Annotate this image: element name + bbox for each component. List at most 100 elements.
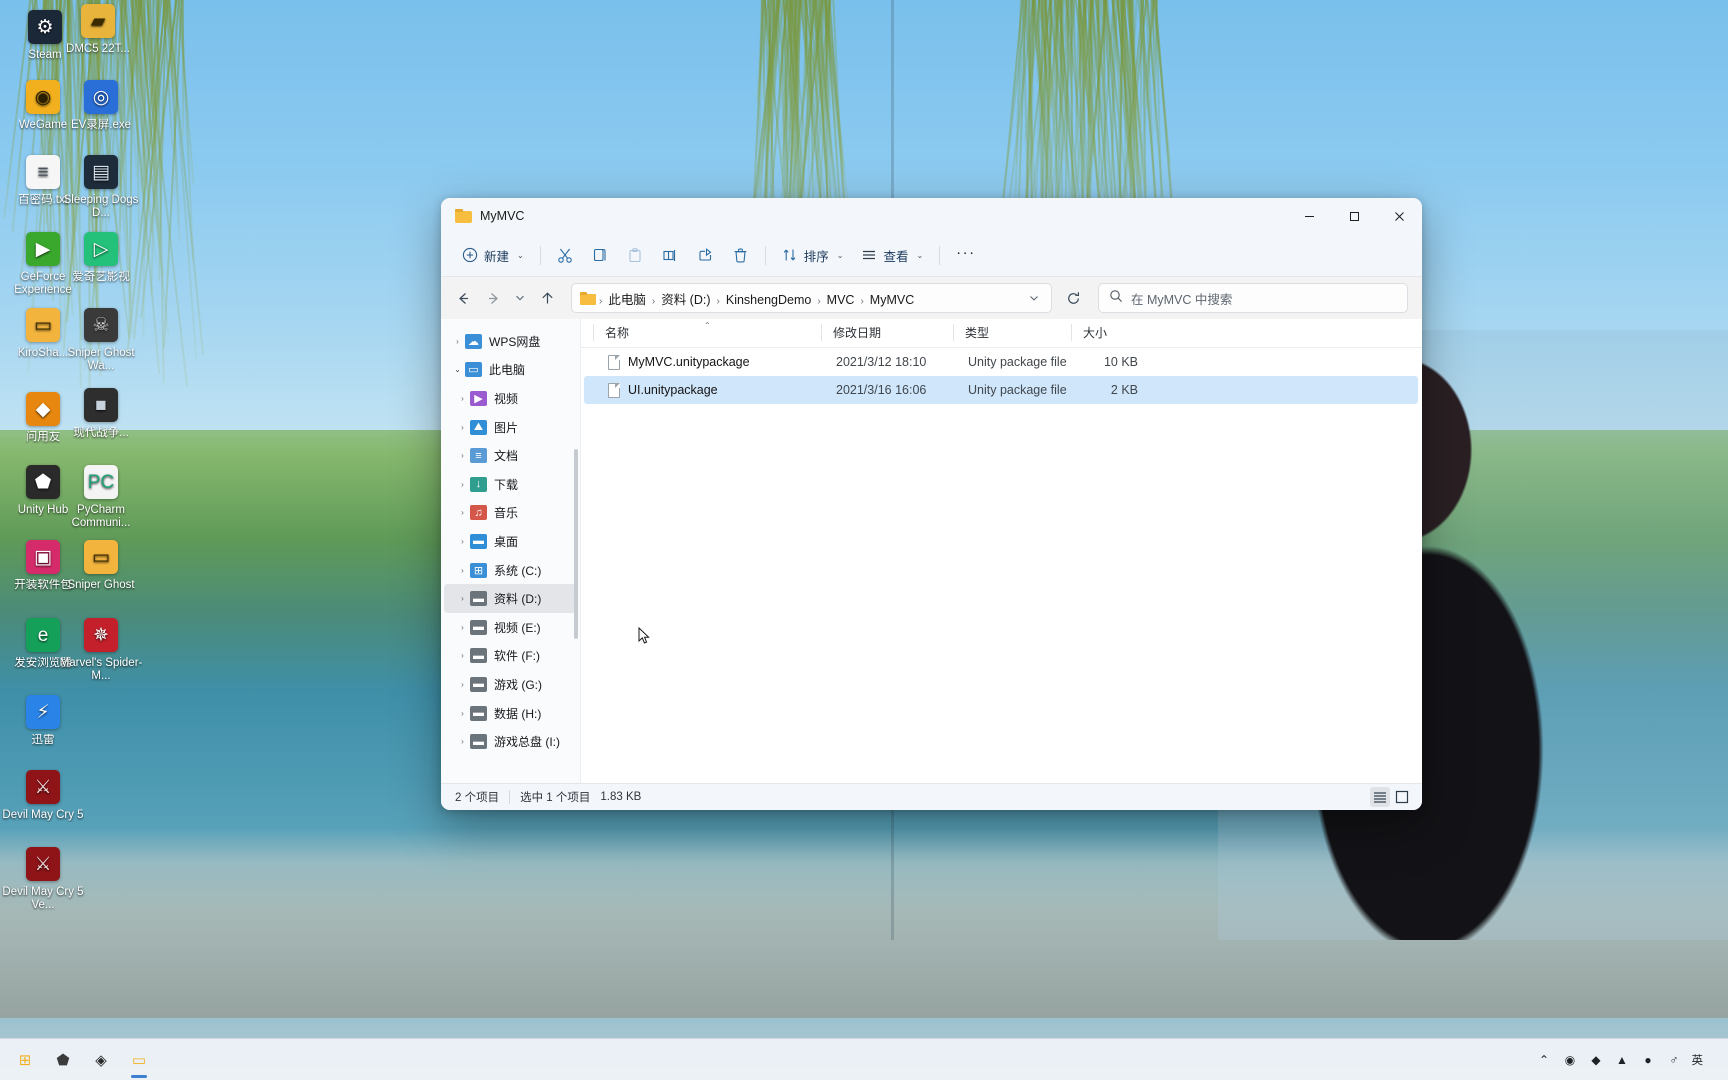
refresh-button[interactable]: [1058, 283, 1088, 313]
sound-tray-icon[interactable]: ●: [1640, 1050, 1657, 1070]
file-rows: MyMVC.unitypackage 2021/3/12 18:10 Unity p…: [581, 348, 1422, 783]
sidebar-item-1[interactable]: ⌄ ▭ 此电脑: [444, 356, 577, 385]
column-header-size[interactable]: 大小: [1071, 318, 1143, 347]
chevron-right-icon[interactable]: ›: [455, 423, 470, 432]
sidebar-item-5[interactable]: › ↓ 下载: [444, 470, 577, 499]
sidebar-item-11[interactable]: › ▬ 软件 (F:): [444, 642, 577, 671]
desktop-icon-glyph: ◉: [26, 80, 60, 114]
shield-tray-icon[interactable]: ◆: [1588, 1050, 1605, 1070]
desktop-icon[interactable]: ⚔ Devil May Cry 5 Ve...: [0, 847, 86, 912]
file-explorer-taskbar-icon[interactable]: ▭: [124, 1045, 154, 1075]
desktop-icon[interactable]: ⚡ 迅雷: [0, 695, 86, 747]
desktop-icon[interactable]: ▭ Sniper Ghost: [58, 540, 144, 592]
chevron-right-icon[interactable]: ›: [455, 394, 470, 403]
sidebar-item-8[interactable]: › ⊞ 系统 (C:): [444, 556, 577, 585]
chevron-right-icon[interactable]: ›: [455, 480, 470, 489]
chevron-right-icon[interactable]: ›: [455, 623, 470, 632]
column-header-type[interactable]: 类型: [953, 318, 1071, 347]
chevron-right-icon[interactable]: ›: [455, 508, 470, 517]
share-button[interactable]: [688, 240, 723, 270]
details-view-icon[interactable]: [1370, 787, 1390, 807]
cut-button[interactable]: [548, 240, 583, 270]
new-button[interactable]: 新建 ⌄: [453, 240, 533, 270]
chevron-right-icon[interactable]: ›: [455, 594, 470, 603]
desktop-icon-glyph: ⚔: [26, 847, 60, 881]
sidebar-item-10[interactable]: › ▬ 视频 (E:): [444, 613, 577, 642]
chevron-right-icon[interactable]: ›: [455, 651, 470, 660]
view-button[interactable]: 查看 ⌄: [852, 240, 932, 270]
file-type-cell: Unity package file: [956, 383, 1074, 397]
delete-button[interactable]: [723, 240, 758, 270]
wps-tray-icon[interactable]: ◉: [1562, 1050, 1579, 1070]
desktop-icon[interactable]: ▰ DMC5 22T...: [55, 4, 141, 56]
status-bar: 2 个项目 选中 1 个项目 1.83 KB: [441, 783, 1422, 810]
chevron-right-icon[interactable]: ›: [455, 680, 470, 689]
mic-tray-icon[interactable]: ♂: [1666, 1050, 1683, 1070]
sidebar-item-9[interactable]: › ▬ 资料 (D:): [444, 584, 577, 613]
network-tray-icon[interactable]: ▲: [1614, 1050, 1631, 1070]
rename-button[interactable]: [653, 240, 688, 270]
desktop-icon[interactable]: ◎ EV录屏.exe: [58, 80, 144, 132]
back-button[interactable]: [449, 284, 477, 312]
paste-button[interactable]: [618, 240, 653, 270]
sidebar-item-0[interactable]: › ☁ WPS网盘: [444, 327, 577, 356]
thumbnail-view-icon[interactable]: [1392, 787, 1412, 807]
desktop-icon[interactable]: ▷ 爱奇艺影视: [58, 232, 144, 284]
desktop-icon[interactable]: PC PyCharm Communi...: [58, 465, 144, 530]
recent-locations-button[interactable]: [509, 284, 531, 312]
plus-circle-icon: [462, 247, 478, 263]
breadcrumb-segment[interactable]: MVC: [822, 291, 860, 309]
desktop-icon[interactable]: ■ 现代战争...: [58, 388, 144, 440]
start-button[interactable]: ⊞: [10, 1045, 40, 1075]
maximize-button[interactable]: [1332, 198, 1377, 234]
breadcrumb-segment[interactable]: 此电脑: [603, 291, 651, 309]
forward-button[interactable]: [479, 284, 507, 312]
close-button[interactable]: [1377, 198, 1422, 234]
sidebar-item-7[interactable]: › ▬ 桌面: [444, 527, 577, 556]
desktop-icon-glyph: ▣: [26, 540, 60, 574]
desktop-icon[interactable]: ☠ Sniper Ghost Wa...: [58, 308, 144, 373]
chevron-right-icon[interactable]: ›: [455, 537, 470, 546]
unity-hub-taskbar-icon[interactable]: ⬟: [48, 1045, 78, 1075]
desktop-icon[interactable]: ✵ Marvel's Spider-M...: [58, 618, 144, 683]
breadcrumb[interactable]: › 此电脑 › 资料 (D:) › KinshengDemo › MVC › MyMVC: [571, 283, 1052, 313]
sidebar-item-2[interactable]: › ▶ 视频: [444, 384, 577, 413]
breadcrumb-segment[interactable]: 资料 (D:): [656, 291, 715, 309]
chevron-down-icon: ⌄: [837, 251, 844, 260]
sidebar-item-6[interactable]: › ♫ 音乐: [444, 499, 577, 528]
sidebar-item-3[interactable]: › ⛰ 图片: [444, 413, 577, 442]
copy-button[interactable]: [583, 240, 618, 270]
sort-button[interactable]: 排序 ⌄: [773, 240, 853, 270]
breadcrumb-segment[interactable]: KinshengDemo: [721, 291, 816, 309]
up-button[interactable]: [533, 284, 561, 312]
sidebar-item-4[interactable]: › ≡ 文档: [444, 441, 577, 470]
table-row[interactable]: MyMVC.unitypackage 2021/3/12 18:10 Unity p…: [584, 348, 1418, 376]
desktop-icon[interactable]: ▤ Sleeping Dogs D...: [58, 155, 144, 220]
chevron-right-icon[interactable]: ›: [450, 337, 465, 346]
show-hidden-icons[interactable]: ⌃: [1536, 1050, 1553, 1070]
sidebar-item-14[interactable]: › ▬ 游戏总盘 (I:): [444, 727, 577, 756]
ime-indicator[interactable]: 英: [1692, 1052, 1704, 1068]
chevron-right-icon[interactable]: ›: [455, 709, 470, 718]
file-name-cell: UI.unitypackage: [596, 383, 824, 398]
column-header-date[interactable]: 修改日期: [821, 318, 953, 347]
chevron-right-icon[interactable]: ›: [455, 566, 470, 575]
search-input[interactable]: 在 MyMVC 中搜索: [1098, 283, 1408, 313]
breadcrumb-dropdown-button[interactable]: [1023, 285, 1045, 311]
desktop-icon-label: Devil May Cry 5 Ve...: [1, 886, 85, 912]
desktop: ⚙ Steam ▰ DMC5 22T... ◉ WeGame ◎ EV录屏.exe ≡ 百密码.t…: [0, 0, 1728, 1080]
sidebar-item-12[interactable]: › ▬ 游戏 (G:): [444, 670, 577, 699]
more-options-button[interactable]: ···: [947, 240, 985, 270]
desktop-icon[interactable]: ⚔ Devil May Cry 5: [0, 770, 86, 822]
minimize-button[interactable]: [1287, 198, 1332, 234]
chevron-right-icon[interactable]: ›: [455, 737, 470, 746]
table-row[interactable]: UI.unitypackage 2021/3/16 16:06 Unity pack…: [584, 376, 1418, 404]
navigation-scrollbar[interactable]: [574, 449, 578, 639]
chevron-down-icon[interactable]: ⌄: [450, 365, 465, 374]
desktop-icon-label: DMC5 22T...: [66, 43, 130, 56]
breadcrumb-segment[interactable]: MyMVC: [865, 291, 919, 309]
command-toolbar: 新建 ⌄ 排序 ⌄ 查看 ⌄ ···: [441, 234, 1422, 277]
visual-studio-taskbar-icon[interactable]: ◈: [86, 1045, 116, 1075]
chevron-right-icon[interactable]: ›: [455, 451, 470, 460]
sidebar-item-13[interactable]: › ▬ 数据 (H:): [444, 699, 577, 728]
